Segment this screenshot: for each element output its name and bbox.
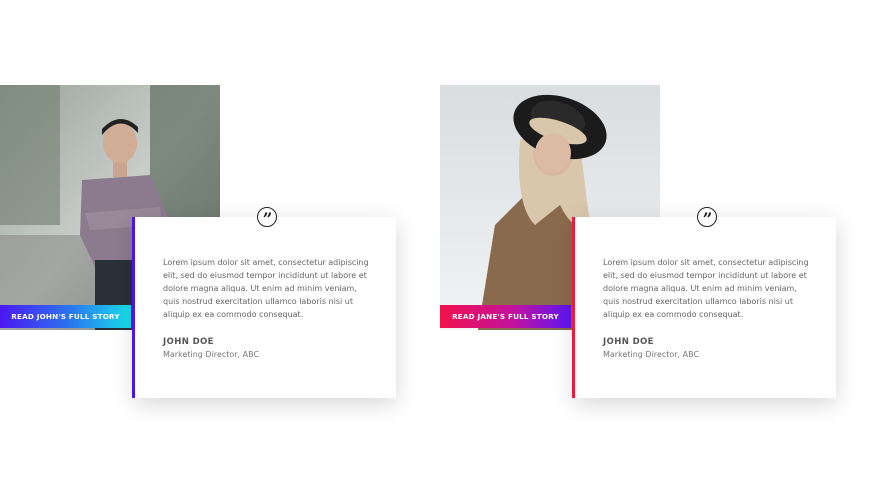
testimonial-john: READ JOHN'S FULL STORY ” Lorem ipsum dol… [0, 0, 440, 500]
quote-glyph: ” [262, 210, 273, 230]
author-name: JOHN DOE [163, 337, 214, 347]
author-title: Marketing Director, ABC [163, 350, 260, 359]
testimonial-card: ” Lorem ipsum dolor sit amet, consectetu… [132, 207, 396, 398]
quote-icon: ” [697, 207, 717, 230]
testimonial-text: Lorem ipsum dolor sit amet, consectetur … [163, 258, 369, 319]
testimonial-jane: READ JANE'S FULL STORY ” Lorem ipsum dol… [440, 0, 880, 500]
author-name: JOHN DOE [603, 337, 654, 347]
author-title: Marketing Director, ABC [603, 350, 700, 359]
read-johns-story-button[interactable]: READ JOHN'S FULL STORY [0, 305, 131, 328]
testimonial-text: Lorem ipsum dolor sit amet, consectetur … [603, 258, 809, 319]
quote-icon: ” [257, 207, 277, 230]
quote-glyph: ” [702, 210, 713, 230]
read-janes-story-button[interactable]: READ JANE'S FULL STORY [440, 305, 571, 328]
testimonial-card: ” Lorem ipsum dolor sit amet, consectetu… [572, 207, 836, 398]
card-accent-bar [572, 217, 575, 398]
card-accent-bar [132, 217, 135, 398]
